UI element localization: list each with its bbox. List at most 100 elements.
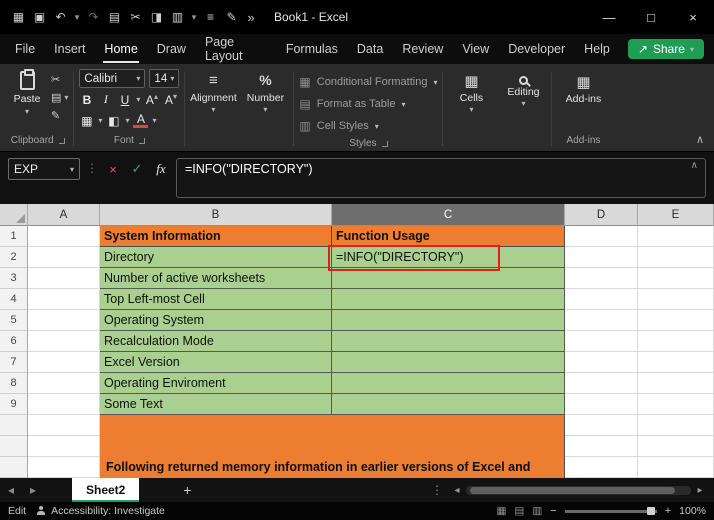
column-header-d[interactable]: D	[565, 204, 638, 226]
borders-dropdown-icon[interactable]: ▾	[98, 116, 102, 125]
cell-e4[interactable]	[638, 289, 714, 310]
row-header-3[interactable]: 3	[0, 268, 28, 289]
row-header-9[interactable]: 9	[0, 394, 28, 415]
cell-e2[interactable]	[638, 247, 714, 268]
cell-a1[interactable]	[28, 226, 100, 247]
app-grid-icon[interactable]: ▦	[8, 10, 29, 24]
undo-icon[interactable]: ↶	[50, 10, 71, 24]
cell-e1[interactable]	[638, 226, 714, 247]
cell-d4[interactable]	[565, 289, 638, 310]
paste-button[interactable]: Paste ▾	[7, 68, 47, 123]
font-color-button[interactable]: A	[133, 113, 149, 128]
cell-d2[interactable]	[565, 247, 638, 268]
underline-dropdown-icon[interactable]: ▾	[136, 95, 140, 104]
row-header-8[interactable]: 8	[0, 373, 28, 394]
alignment-button[interactable]: ≡ Alignment ▾	[187, 67, 239, 151]
borders-button[interactable]: ▦	[79, 114, 94, 128]
zoom-slider-thumb[interactable]	[646, 506, 655, 515]
cell-a6[interactable]	[28, 331, 100, 352]
cell-e6[interactable]	[638, 331, 714, 352]
chart-icon[interactable]: ▥	[167, 10, 188, 24]
print-icon[interactable]: ≡	[200, 10, 221, 24]
tab-home[interactable]: Home	[103, 35, 139, 63]
scroll-right-icon[interactable]: ▸	[694, 485, 706, 496]
expand-formula-bar-icon[interactable]: ∧	[691, 160, 698, 171]
sheetbar-dots-icon[interactable]: ⋮	[423, 483, 451, 497]
conditional-formatting-button[interactable]: ▦ Conditional Formatting ▾	[299, 72, 437, 92]
chart-dropdown-icon[interactable]: ▾	[188, 12, 200, 23]
row-header-4[interactable]: 4	[0, 289, 28, 310]
row-header-5[interactable]: 5	[0, 310, 28, 331]
cell-d8[interactable]	[565, 373, 638, 394]
cell-e8[interactable]	[638, 373, 714, 394]
undo-dropdown-icon[interactable]: ▾	[71, 12, 83, 23]
minimize-button[interactable]: —	[588, 0, 630, 34]
add-sheet-button[interactable]: +	[177, 482, 197, 498]
paste-icon[interactable]: ◨	[146, 10, 167, 24]
cell-a9[interactable]	[28, 394, 100, 415]
row-header-7[interactable]: 7	[0, 352, 28, 373]
qat-overflow-icon[interactable]: »	[242, 10, 260, 25]
copy-icon[interactable]: ▤	[104, 10, 125, 24]
zoom-level[interactable]: 100%	[679, 505, 706, 517]
zoom-slider[interactable]	[564, 506, 657, 515]
cell-c2[interactable]: =INFO("DIRECTORY")	[332, 247, 565, 268]
collapse-ribbon-icon[interactable]: ∧	[696, 133, 704, 146]
cell-c5[interactable]	[332, 310, 565, 331]
cell-d3[interactable]	[565, 268, 638, 289]
cell-b2[interactable]: Directory	[100, 247, 332, 268]
cell-b9[interactable]: Some Text	[100, 394, 332, 415]
fill-color-button[interactable]: ◧	[106, 114, 121, 128]
tab-file[interactable]: File	[14, 35, 36, 63]
share-button[interactable]: ↗ Share ▾	[627, 39, 704, 59]
cell-d7[interactable]	[565, 352, 638, 373]
next-sheet-icon[interactable]: ▸	[22, 483, 44, 497]
prev-sheet-icon[interactable]: ◂	[0, 483, 22, 497]
column-header-c[interactable]: C	[332, 204, 565, 226]
cell-c9[interactable]	[332, 394, 565, 415]
normal-view-icon[interactable]: ▦	[497, 505, 507, 517]
column-header-e[interactable]: E	[638, 204, 714, 226]
page-break-view-icon[interactable]: ▥	[532, 505, 542, 517]
formula-input[interactable]: =INFO("DIRECTORY") ∧	[176, 158, 706, 198]
scrollbar-thumb[interactable]	[470, 486, 675, 494]
accessibility-status[interactable]: Accessibility: Investigate	[36, 505, 165, 517]
cell-a8[interactable]	[28, 373, 100, 394]
cell-b7[interactable]: Excel Version	[100, 352, 332, 373]
column-header-b[interactable]: B	[100, 204, 332, 226]
cell-d1[interactable]	[565, 226, 638, 247]
cut-button[interactable]: ✂	[51, 72, 68, 87]
clipboard-dialog-launcher-icon[interactable]	[58, 137, 65, 144]
cell-styles-button[interactable]: ▥ Cell Styles ▾	[299, 116, 437, 136]
name-box[interactable]: EXP ▾	[8, 158, 80, 180]
font-color-dropdown-icon[interactable]: ▾	[152, 116, 156, 125]
tab-view[interactable]: View	[461, 35, 490, 63]
cell-b6[interactable]: Recalculation Mode	[100, 331, 332, 352]
fill-color-dropdown-icon[interactable]: ▾	[125, 116, 129, 125]
cell-b1[interactable]: System Information	[100, 226, 332, 247]
shrink-font-button[interactable]: A▾	[163, 92, 178, 107]
tab-insert[interactable]: Insert	[53, 35, 86, 63]
cell-c6[interactable]	[332, 331, 565, 352]
scrollbar-track[interactable]	[466, 485, 691, 495]
grow-font-button[interactable]: A▴	[144, 92, 159, 107]
insert-function-button[interactable]: fx	[152, 158, 170, 180]
column-a-filler[interactable]	[28, 415, 100, 478]
cell-c4[interactable]	[332, 289, 565, 310]
maximize-button[interactable]: □	[630, 0, 672, 34]
cell-a4[interactable]	[28, 289, 100, 310]
format-as-table-button[interactable]: ▤ Format as Table ▾	[299, 94, 437, 114]
zoom-out-button[interactable]: −	[550, 505, 556, 517]
cell-d9[interactable]	[565, 394, 638, 415]
cell-b3[interactable]: Number of active worksheets	[100, 268, 332, 289]
draw-icon[interactable]: ✎	[221, 10, 242, 24]
column-header-a[interactable]: A	[28, 204, 100, 226]
select-all-corner[interactable]	[0, 204, 28, 226]
cut-icon[interactable]: ✂	[125, 10, 146, 24]
cell-c1[interactable]: Function Usage	[332, 226, 565, 247]
addins-button[interactable]: ▦ Add-ins	[557, 68, 609, 105]
row-header-6[interactable]: 6	[0, 331, 28, 352]
cell-c3[interactable]	[332, 268, 565, 289]
font-size-select[interactable]: 14 ▾	[149, 69, 180, 88]
save-icon[interactable]: ▣	[29, 10, 50, 24]
